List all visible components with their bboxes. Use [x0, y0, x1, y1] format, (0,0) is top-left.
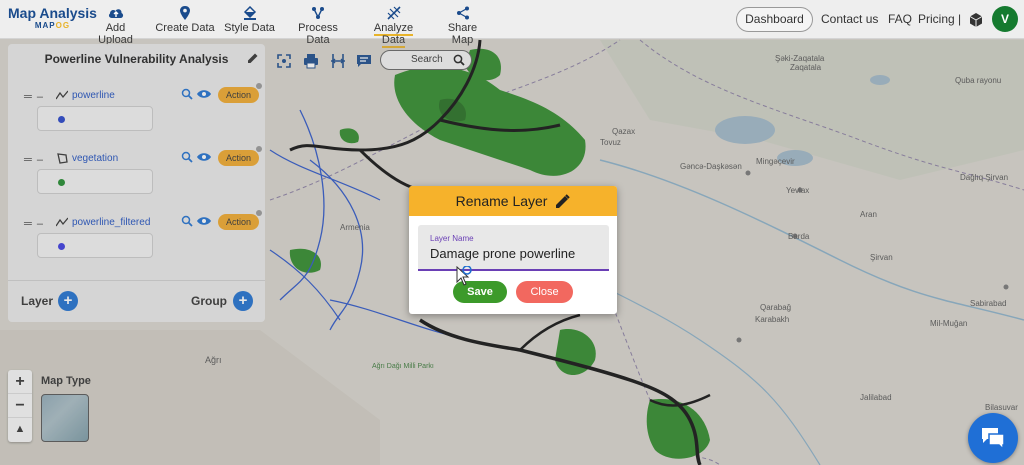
rename-layer-dialog: Rename Layer Layer Name Save Close: [409, 186, 617, 314]
paint-bucket-icon: [243, 6, 256, 20]
pricing-link[interactable]: Pricing |: [918, 12, 961, 26]
layer-name-label: Layer Name: [430, 234, 474, 243]
chat-icon: [982, 428, 1005, 450]
process-icon: [312, 7, 324, 19]
cloud-upload-icon: [108, 9, 123, 18]
brand-subtitle: MAPOG: [34, 21, 71, 30]
nav-style-data[interactable]: Style Data: [224, 6, 275, 34]
analyze-icon: [386, 6, 401, 20]
brand-logo[interactable]: Map Analysis MAPOG: [8, 5, 97, 31]
top-navbar: Map Analysis MAPOG Add Upload Create Dat…: [0, 0, 1024, 48]
mouse-cursor-icon: [456, 266, 472, 286]
user-avatar[interactable]: V: [992, 6, 1018, 32]
brand-title: Map Analysis: [8, 5, 97, 21]
dialog-header: Rename Layer: [409, 186, 617, 216]
cube-icon[interactable]: [969, 13, 983, 27]
close-button[interactable]: Close: [516, 281, 573, 303]
share-icon: [456, 6, 469, 20]
layer-name-input[interactable]: [430, 246, 605, 261]
nav-label: Style Data: [224, 22, 275, 34]
contact-us-link[interactable]: Contact us: [821, 12, 878, 26]
faq-link[interactable]: FAQ: [888, 12, 912, 26]
map-pin-icon: [180, 6, 190, 20]
nav-label: Create Data: [155, 22, 215, 34]
layer-name-field[interactable]: Layer Name: [418, 225, 609, 271]
dashboard-button[interactable]: Dashboard: [736, 7, 813, 32]
dialog-title: Rename Layer: [455, 193, 548, 209]
chat-support-button[interactable]: [968, 413, 1018, 463]
pencil-icon: [556, 194, 571, 208]
nav-create-data[interactable]: Create Data: [155, 6, 215, 34]
